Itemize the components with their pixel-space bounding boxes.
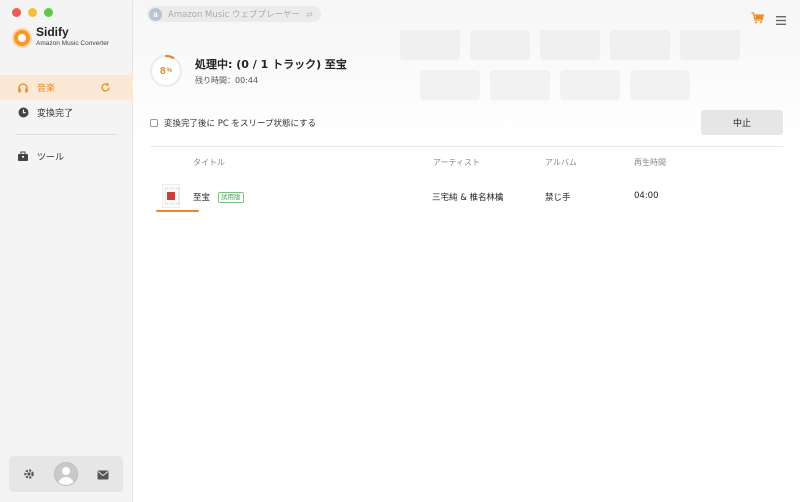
avatar[interactable]	[54, 462, 78, 486]
main-panel: a Amazon Music ウェブプレーヤー ⇄ 8% 処理中: (0 / 1…	[133, 0, 800, 502]
close-window-button[interactable]	[12, 8, 21, 17]
track-progress-bar	[156, 210, 199, 212]
source-label: Amazon Music ウェブプレーヤー	[168, 10, 300, 20]
progress-percent-value: 8	[160, 65, 166, 77]
sync-spinner-icon	[100, 82, 111, 93]
stop-button[interactable]: 中止	[701, 110, 783, 135]
minimize-window-button[interactable]	[28, 8, 37, 17]
app-subtitle: Amazon Music Converter	[36, 40, 109, 47]
track-album: 禁じ手	[545, 193, 571, 203]
table-divider	[150, 146, 783, 147]
clock-icon	[17, 107, 29, 119]
menu-icon[interactable]	[776, 10, 786, 25]
sidebar-item-tools[interactable]: ツール	[0, 144, 133, 169]
sidebar-bottom-bar	[9, 456, 123, 492]
time-remaining: 残り時間：00:44	[195, 76, 259, 85]
sidebar-divider	[16, 134, 117, 135]
source-selector[interactable]: a Amazon Music ウェブプレーヤー ⇄	[147, 6, 321, 22]
sleep-checkbox[interactable]	[150, 119, 158, 127]
headphones-icon	[17, 82, 29, 94]
status-title: 処理中: (0 / 1 トラック) 至宝	[195, 58, 347, 71]
table-row[interactable]: 至宝 試用版 三宅純 & 椎名林檎 禁じ手 04:00	[133, 180, 800, 214]
app-logo-icon	[12, 28, 32, 48]
amazon-music-icon: a	[149, 7, 162, 21]
window-controls	[12, 8, 53, 17]
album-cover-image	[162, 184, 180, 208]
trial-badge: 試用版	[218, 191, 244, 203]
sidebar-item-converted[interactable]: 変換完了	[0, 100, 133, 125]
column-header-album: アルバム	[545, 158, 577, 167]
column-header-artist: アーティスト	[433, 158, 481, 167]
progress-percent: 8%	[149, 54, 183, 88]
zoom-window-button[interactable]	[44, 8, 53, 17]
track-title: 至宝	[193, 193, 211, 203]
track-duration: 04:00	[634, 191, 659, 201]
cart-icon[interactable]	[751, 9, 765, 24]
header-background: a Amazon Music ウェブプレーヤー ⇄ 8% 処理中: (0 / 1…	[133, 0, 800, 143]
sidebar-item-label: 音楽	[37, 84, 56, 94]
app-name: Sidify	[36, 25, 69, 39]
sleep-after-convert-option[interactable]: 変換完了後に PC をスリープ状態にする	[150, 117, 316, 129]
sleep-option-label: 変換完了後に PC をスリープ状態にする	[164, 119, 317, 129]
sidebar-item-label: ツール	[37, 153, 65, 163]
column-header-duration: 再生時間	[634, 158, 666, 167]
sidebar: Sidify Amazon Music Converter 音楽 変換完了 ツー…	[0, 0, 133, 502]
switch-source-icon[interactable]: ⇄	[306, 10, 313, 19]
mail-icon[interactable]	[97, 465, 109, 484]
app-brand: Sidify Amazon Music Converter	[12, 25, 109, 49]
sidebar-item-music[interactable]: 音楽	[0, 75, 133, 100]
progress-percent-sign: %	[166, 68, 172, 74]
toolbox-icon	[17, 151, 29, 163]
track-artist: 三宅純 & 椎名林檎	[432, 193, 504, 203]
gear-icon[interactable]	[23, 465, 35, 484]
sidebar-item-label: 変換完了	[37, 109, 74, 119]
column-header-title: タイトル	[193, 158, 225, 167]
sidebar-nav: 音楽 変換完了 ツール	[0, 75, 133, 169]
